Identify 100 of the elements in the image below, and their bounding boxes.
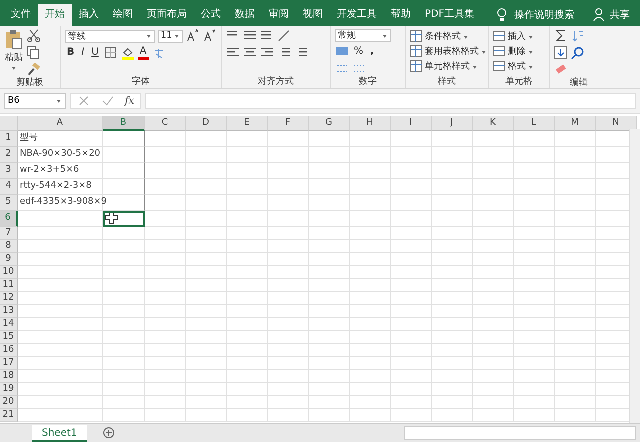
row-header[interactable]: 10	[0, 266, 18, 279]
caret-icon[interactable]	[146, 33, 152, 39]
row-header[interactable]: 15	[0, 331, 18, 344]
underline-button[interactable]: U	[90, 46, 101, 60]
number-format-field[interactable]: 常规	[335, 29, 391, 42]
share-button[interactable]: 共享	[610, 8, 630, 22]
cells-icon[interactable]	[493, 45, 506, 58]
table-style-icon[interactable]	[410, 60, 423, 73]
column-header[interactable]: B	[103, 116, 145, 131]
fill-down-icon[interactable]	[554, 46, 568, 60]
caret-icon[interactable]	[463, 34, 469, 40]
lightbulb-icon[interactable]	[495, 8, 510, 22]
font-shrink-icon[interactable]	[203, 29, 217, 43]
bold-button[interactable]: B	[65, 46, 77, 60]
ribbon-tab[interactable]: 公式	[194, 4, 228, 26]
ribbon-tab[interactable]: 数据	[228, 4, 262, 26]
italic-button[interactable]: I	[80, 46, 87, 60]
row-header[interactable]: 17	[0, 357, 18, 370]
ribbon-tab[interactable]: 视图	[296, 4, 330, 26]
comma-button[interactable]: ,	[368, 45, 376, 59]
caret-icon[interactable]	[528, 48, 534, 54]
column-header[interactable]: K	[473, 116, 514, 131]
row-header[interactable]: 20	[0, 396, 18, 409]
selected-cell[interactable]	[103, 211, 145, 227]
ribbon-tab[interactable]: 开始	[38, 4, 72, 26]
row-header[interactable]: 16	[0, 344, 18, 357]
ribbon-tab[interactable]: 插入	[72, 4, 106, 26]
tell-me-search[interactable]: 操作说明搜索	[514, 8, 574, 22]
ribbon-tab[interactable]: 文件	[4, 4, 38, 26]
ribbon-tab[interactable]: 审阅	[262, 4, 296, 26]
caret-icon[interactable]	[382, 32, 388, 38]
row-header[interactable]: 9	[0, 253, 18, 266]
check-icon[interactable]	[101, 94, 115, 108]
row-header[interactable]: 6	[0, 211, 18, 227]
ribbon-tab[interactable]: 开发工具	[330, 4, 384, 26]
column-header[interactable]: L	[514, 116, 555, 131]
horizontal-scrollbar[interactable]	[404, 426, 636, 440]
caret-icon[interactable]	[528, 34, 534, 40]
font-size-field[interactable]: 11	[158, 30, 183, 42]
sheet-tab[interactable]: Sheet1	[32, 424, 88, 442]
font-name-field[interactable]: 等线	[65, 30, 155, 42]
styles-menu-button[interactable]: 单元格样式	[425, 60, 470, 73]
row-header[interactable]: 7	[0, 227, 18, 240]
sum-icon[interactable]	[554, 29, 568, 43]
column-header[interactable]: E	[227, 116, 268, 131]
row-header[interactable]: 3	[0, 163, 18, 179]
column-header[interactable]: J	[432, 116, 473, 131]
table-style-icon[interactable]	[410, 45, 423, 58]
row-header[interactable]: 14	[0, 318, 18, 331]
fill-color-icon[interactable]	[120, 46, 135, 60]
cells-icon[interactable]	[493, 60, 506, 73]
column-header[interactable]: F	[268, 116, 309, 131]
borders-icon[interactable]	[104, 46, 118, 60]
caret-icon[interactable]	[472, 64, 478, 70]
cells-icon[interactable]	[493, 30, 506, 43]
cells-menu-button[interactable]: 删除	[508, 45, 526, 58]
formula-input[interactable]	[145, 93, 636, 109]
font-color-button[interactable]: A	[138, 46, 149, 60]
column-header[interactable]: M	[555, 116, 596, 131]
row-header[interactable]: 11	[0, 279, 18, 292]
row-header[interactable]: 19	[0, 383, 18, 396]
styles-menu-button[interactable]: 条件格式	[425, 30, 461, 43]
styles-menu-button[interactable]: 套用表格格式	[425, 45, 479, 58]
cells-menu-button[interactable]: 格式	[508, 60, 526, 73]
ribbon-tab[interactable]: 页面布局	[140, 4, 194, 26]
caret-icon[interactable]	[56, 98, 62, 104]
column-header[interactable]: H	[350, 116, 391, 131]
row-header[interactable]: 21	[0, 409, 18, 422]
caret-icon[interactable]	[481, 48, 487, 54]
column-header[interactable]: I	[391, 116, 432, 131]
scissors-icon[interactable]	[27, 29, 41, 43]
row-header[interactable]: 13	[0, 305, 18, 318]
row-header[interactable]: 1	[0, 131, 18, 147]
ribbon-tab[interactable]: 帮助	[384, 4, 418, 26]
table-style-icon[interactable]	[410, 30, 423, 43]
row-header[interactable]: 18	[0, 370, 18, 383]
caret-icon[interactable]	[11, 65, 17, 71]
vertical-scrollbar[interactable]	[629, 129, 640, 424]
search-icon[interactable]	[571, 46, 585, 60]
percent-button[interactable]: %	[352, 45, 366, 59]
ribbon-tab[interactable]: 绘图	[106, 4, 140, 26]
font-grow-icon[interactable]	[186, 29, 200, 43]
row-header[interactable]: 5	[0, 195, 18, 211]
cells-menu-button[interactable]: 插入	[508, 30, 526, 43]
copy-icon[interactable]	[27, 46, 41, 60]
caret-icon[interactable]	[528, 64, 534, 70]
column-header[interactable]: G	[309, 116, 350, 131]
row-header[interactable]: 4	[0, 179, 18, 195]
ribbon-tab[interactable]: PDF工具集	[418, 4, 482, 26]
column-header[interactable]: C	[145, 116, 186, 131]
paste-button[interactable]: 粘贴	[5, 51, 23, 64]
caret-icon[interactable]	[174, 33, 180, 39]
column-header[interactable]: A	[18, 116, 103, 131]
row-header[interactable]: 12	[0, 292, 18, 305]
format-painter-icon[interactable]	[27, 63, 41, 77]
paste-icon[interactable]	[4, 29, 24, 50]
name-box[interactable]: B6	[4, 93, 66, 109]
column-header[interactable]: D	[186, 116, 227, 131]
add-sheet-icon[interactable]	[103, 427, 116, 439]
person-icon[interactable]	[593, 8, 607, 22]
